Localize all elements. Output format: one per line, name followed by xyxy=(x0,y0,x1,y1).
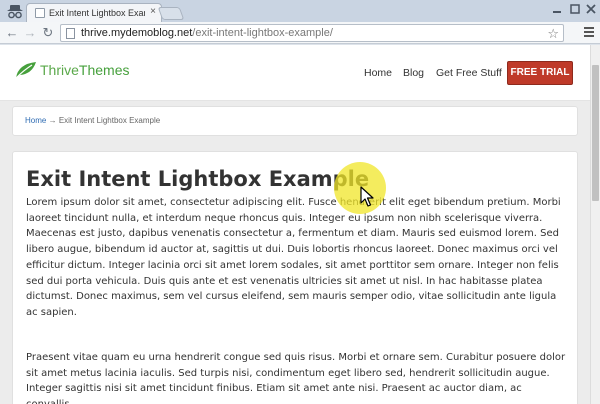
free-trial-button[interactable]: FREE TRIAL xyxy=(507,61,573,85)
window-close-icon[interactable] xyxy=(584,2,598,16)
article-paragraph-1: Lorem ipsum dolor sit amet, consectetur … xyxy=(26,197,561,318)
incognito-icon xyxy=(7,5,23,19)
breadcrumb: Home → Exit Intent Lightbox Example xyxy=(12,106,578,136)
page-icon xyxy=(66,28,75,39)
site-logo-text[interactable]: ThriveThemes xyxy=(40,62,129,78)
url-path: /exit-intent-lightbox-example/ xyxy=(192,27,333,39)
tab-strip: Exit Intent Lightbox Examp × xyxy=(0,0,600,22)
forward-button[interactable]: → xyxy=(22,25,38,41)
window-minimize-icon[interactable] xyxy=(550,2,564,16)
url-host: thrive.mydemoblog.net xyxy=(81,27,193,39)
scrollbar-thumb[interactable] xyxy=(592,65,599,201)
leaf-logo-icon[interactable] xyxy=(14,60,38,80)
hamburger-menu-icon[interactable] xyxy=(582,25,596,39)
logo-text-themes: Themes xyxy=(78,62,130,78)
browser-tab-active[interactable]: Exit Intent Lightbox Examp × xyxy=(26,3,162,22)
page-viewport: ThriveThemes Home Blog Get Free Stuff FR… xyxy=(0,45,590,404)
page-title: Exit Intent Lightbox Example xyxy=(26,167,370,191)
url-text: thrive.mydemoblog.net/exit-intent-lightb… xyxy=(81,27,333,39)
breadcrumb-separator: → xyxy=(48,116,57,125)
nav-home[interactable]: Home xyxy=(364,67,392,79)
bookmark-star-icon[interactable]: ☆ xyxy=(547,26,559,42)
new-tab-button[interactable] xyxy=(157,7,185,20)
article-paragraph-2: Praesent vitae quam eu urna hendrerit co… xyxy=(26,352,566,404)
article-content: Exit Intent Lightbox Example Lorem ipsum… xyxy=(12,151,578,404)
page-scrollbar[interactable] xyxy=(590,45,600,404)
page-favicon-icon xyxy=(35,8,45,18)
mouse-pointer-icon xyxy=(360,186,374,207)
browser-toolbar: ← → ↻ thrive.mydemoblog.net/exit-intent-… xyxy=(0,22,600,44)
window-maximize-icon[interactable] xyxy=(568,2,582,16)
back-button[interactable]: ← xyxy=(4,25,20,41)
nav-get-free-stuff[interactable]: Get Free Stuff xyxy=(436,67,502,79)
tab-title: Exit Intent Lightbox Examp xyxy=(49,8,145,18)
breadcrumb-current: Exit Intent Lightbox Example xyxy=(58,116,161,125)
nav-blog[interactable]: Blog xyxy=(403,67,424,79)
reload-button[interactable]: ↻ xyxy=(40,25,56,41)
site-header: ThriveThemes Home Blog Get Free Stuff FR… xyxy=(0,45,590,101)
logo-text-thrive: Thrive xyxy=(40,62,79,78)
address-bar[interactable]: thrive.mydemoblog.net/exit-intent-lightb… xyxy=(60,24,564,42)
tab-close-icon[interactable]: × xyxy=(150,6,156,17)
breadcrumb-home-link[interactable]: Home xyxy=(25,116,46,125)
